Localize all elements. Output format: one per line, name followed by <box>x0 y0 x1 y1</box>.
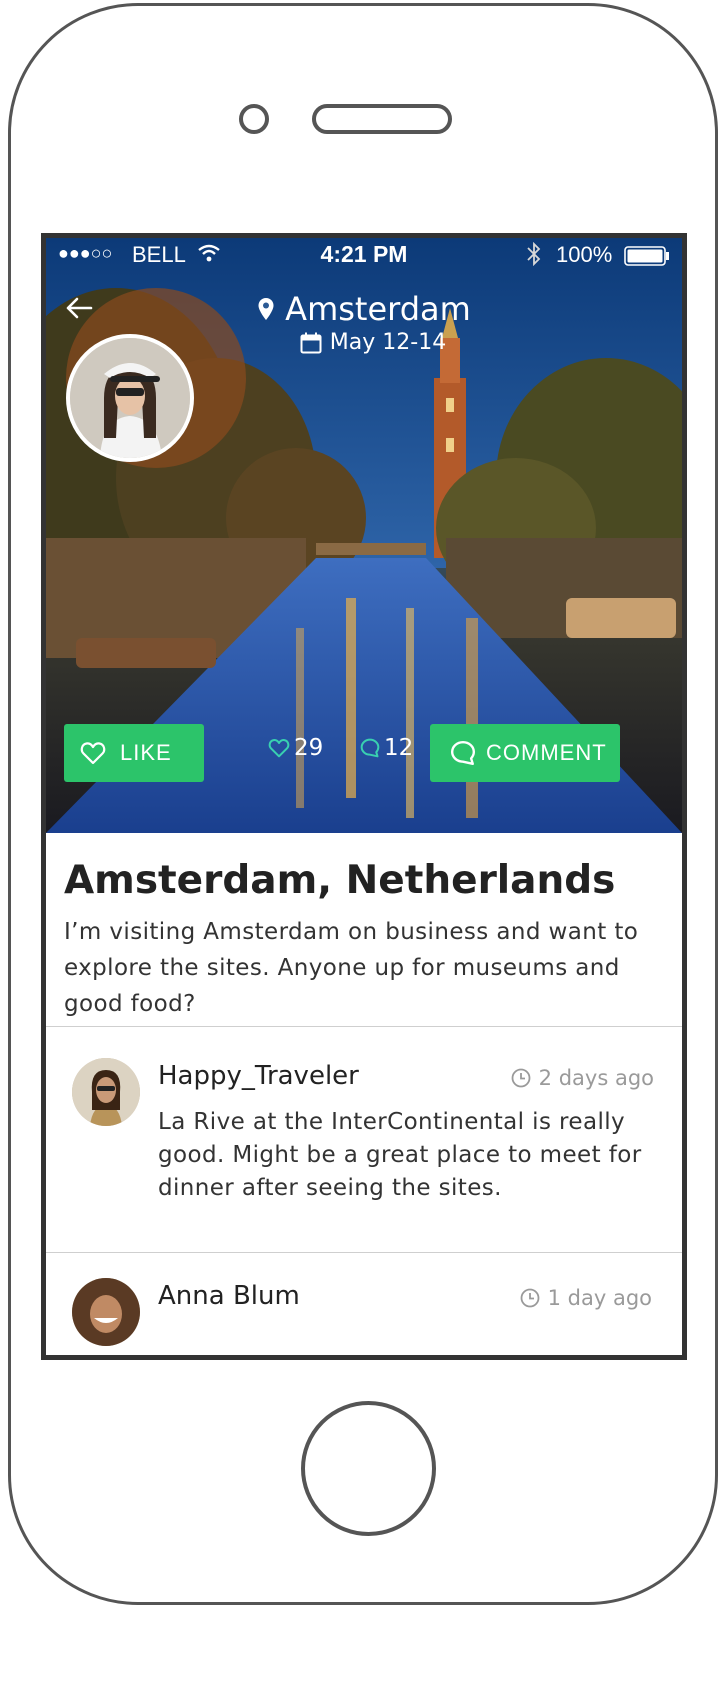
comment-button-label: COMMENT <box>486 740 607 765</box>
speech-bubble-icon <box>360 738 380 758</box>
like-button[interactable]: LIKE <box>64 724 204 782</box>
heart-icon <box>268 739 290 758</box>
comment-avatar[interactable] <box>72 1278 140 1346</box>
location-name: Amsterdam <box>285 290 471 328</box>
divider <box>46 1252 682 1253</box>
author-avatar[interactable] <box>66 334 194 462</box>
commenter-avatar-illustration <box>72 1278 140 1346</box>
clock-icon <box>511 1068 531 1088</box>
comment-username[interactable]: Happy_Traveler <box>158 1061 359 1091</box>
trip-dates: May 12-14 <box>329 330 447 355</box>
speech-bubble-icon <box>450 740 476 766</box>
divider <box>46 1026 682 1027</box>
comment-button[interactable]: COMMENT <box>430 724 620 782</box>
comment-time: 2 days ago <box>511 1066 654 1090</box>
likes-stat: 29 <box>268 735 323 761</box>
commenter-avatar-illustration <box>72 1058 140 1126</box>
clock-icon <box>520 1288 540 1308</box>
heart-icon <box>80 742 106 765</box>
battery-icon <box>624 246 669 266</box>
comment-username[interactable]: Anna Blum <box>158 1281 300 1311</box>
comments-stat: 12 <box>360 735 413 761</box>
comments-count: 12 <box>384 735 414 761</box>
battery-percentage: 100% <box>556 242 613 267</box>
location-row: Amsterdam <box>257 290 471 328</box>
front-camera <box>239 104 269 134</box>
like-button-label: LIKE <box>120 740 172 765</box>
hero-photo: ●●●○○ BELL 4:21 PM 100% Amsterdam May 12… <box>46 238 682 833</box>
bluetooth-icon <box>527 242 541 266</box>
earpiece-speaker <box>312 104 452 134</box>
comment-text: La Rive at the InterContinental is reall… <box>158 1109 642 1201</box>
calendar-icon <box>300 332 322 353</box>
app-screen: ●●●○○ BELL 4:21 PM 100% Amsterdam May 12… <box>41 233 687 1360</box>
likes-count: 29 <box>294 735 324 761</box>
post-body: I’m visiting Amsterdam on business and w… <box>64 919 639 1017</box>
author-avatar-illustration <box>70 338 190 458</box>
status-bar: ●●●○○ BELL 4:21 PM 100% <box>46 238 682 272</box>
comment-avatar[interactable] <box>72 1058 140 1126</box>
comment-time-text: 2 days ago <box>538 1066 654 1090</box>
map-pin-icon <box>258 298 274 320</box>
home-button[interactable] <box>301 1401 436 1536</box>
comment-time-text: 1 day ago <box>547 1286 652 1310</box>
comment-time: 1 day ago <box>520 1286 652 1310</box>
post-title: Amsterdam, Netherlands <box>64 858 616 903</box>
